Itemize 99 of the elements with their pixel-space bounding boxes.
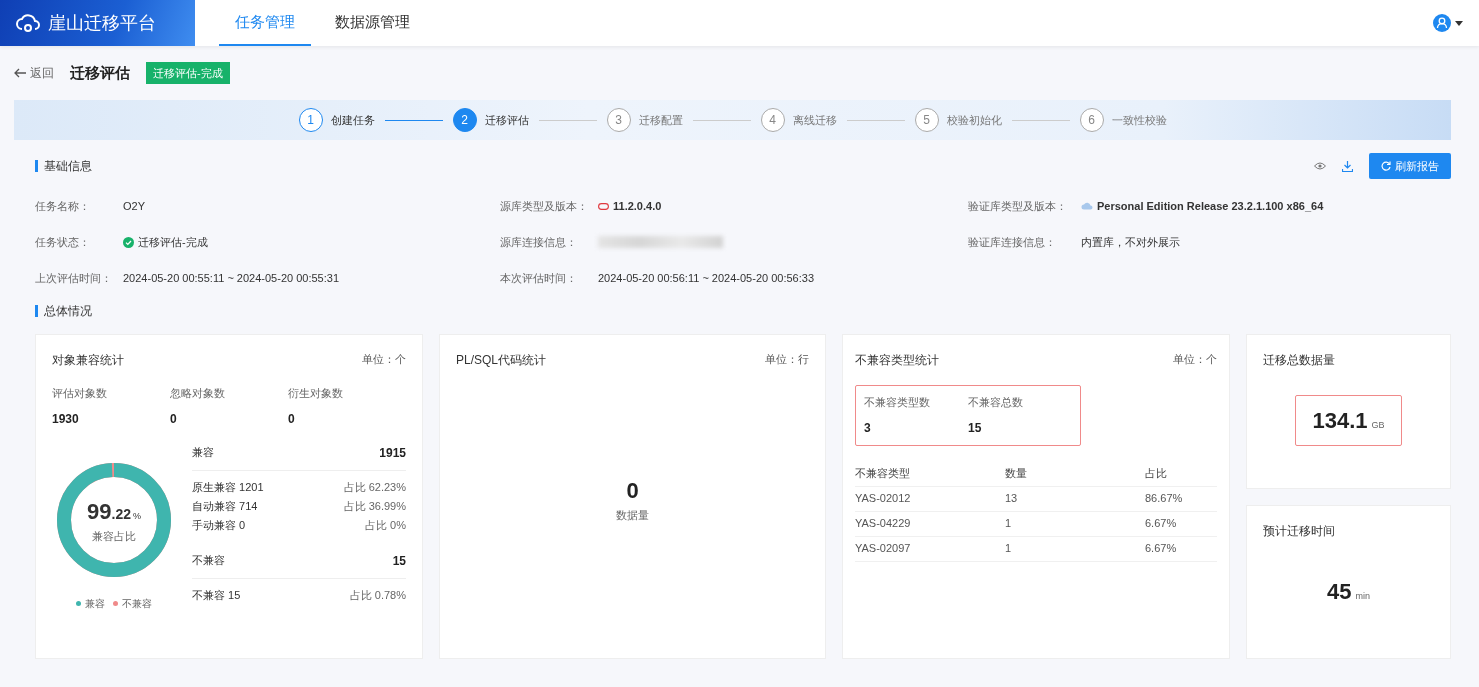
time-value: 45: [1327, 577, 1352, 606]
summary-value: 3: [864, 419, 872, 437]
legend-label: 不兼容: [122, 596, 152, 611]
group-label: 不兼容: [192, 553, 225, 569]
group-total: 1915: [379, 444, 406, 462]
card-title: PL/SQL代码统计: [456, 352, 547, 369]
field-value: 11.2.0.4.0: [613, 198, 662, 214]
field-label: 本次评估时间：: [500, 270, 578, 286]
total-size-value: 134.1: [1312, 407, 1368, 435]
success-icon: [123, 236, 134, 248]
back-arrow-icon: [14, 68, 26, 78]
step-label: 校验初始化: [946, 112, 1002, 128]
ratio-value: 99.22%: [87, 497, 141, 526]
table-cell-text: 1: [1005, 516, 1013, 532]
card-title: 不兼容类型统计: [855, 352, 939, 369]
group-item-ratio: 占比 36.99%: [343, 498, 406, 514]
field-label: 验证库类型及版本：: [968, 198, 1068, 214]
table-cell-text: YAS-02012: [855, 491, 912, 507]
section-title: 总体情况: [35, 305, 92, 317]
group-item-label: 手动兼容 0: [192, 517, 246, 533]
field-label: 任务名称：: [35, 198, 91, 214]
summary-label: 不兼容类型数: [864, 395, 931, 410]
legend-label: 兼容: [85, 596, 105, 611]
step-label: 一致性校验: [1111, 112, 1167, 128]
code-count-value: 0: [626, 476, 639, 505]
back-link[interactable]: 返回: [14, 64, 54, 82]
code-count-caption: 数据量: [616, 507, 649, 523]
unit-label: 单位：个: [362, 352, 406, 367]
nav-tab[interactable]: 数据源管理: [319, 0, 426, 46]
card-title: 对象兼容统计: [52, 352, 124, 369]
step-label: 迁移评估: [484, 112, 529, 128]
count-value: 1930: [52, 410, 80, 428]
field-label: 源库类型及版本：: [500, 198, 589, 214]
table-cell-text: 13: [1005, 491, 1019, 507]
table-cell-text: YAS-04229: [855, 516, 912, 532]
field-value: 2024-05-20 00:56:11 ~ 2024-05-20 00:56:33: [598, 270, 814, 286]
step-number: 6: [1079, 108, 1104, 132]
back-label: 返回: [30, 65, 54, 82]
download-icon[interactable]: [1342, 160, 1353, 172]
group-label: 兼容: [192, 445, 214, 461]
field-label: 上次评估时间：: [35, 270, 113, 286]
summary-label: 不兼容总数: [968, 395, 1024, 410]
database-type-icon: [598, 202, 609, 210]
card-title: 迁移总数据量: [1263, 352, 1336, 369]
count-value: 0: [170, 410, 178, 428]
count-label: 衍生对象数: [288, 386, 344, 401]
field-value: 内置库，不对外展示: [1081, 234, 1180, 250]
status-tag: 迁移评估-完成: [146, 61, 230, 85]
group-item-label: 不兼容 15: [192, 587, 241, 603]
group-item-label: 原生兼容 1201: [192, 479, 264, 495]
field-value: 2024-05-20 00:55:11 ~ 2024-05-20 00:55:31: [123, 270, 339, 286]
step-number: 4: [760, 108, 785, 132]
field-label: 源库连接信息：: [500, 234, 578, 250]
group-item-ratio: 占比 0.78%: [349, 587, 406, 603]
field-value: 迁移评估-完成: [138, 234, 208, 250]
table-cell-text: 86.67%: [1145, 491, 1183, 507]
step-number: 3: [606, 108, 631, 132]
brand-title: 崖山迁移平台: [48, 11, 156, 35]
group-item-ratio: 占比 0%: [365, 517, 406, 533]
step-number: 2: [452, 108, 477, 132]
section-title: 基础信息: [35, 160, 92, 172]
step-label: 创建任务: [330, 112, 375, 128]
group-item-label: 自动兼容 714: [192, 498, 258, 514]
refresh-icon: [1381, 161, 1391, 171]
field-value: O2Y: [123, 198, 145, 214]
field-label: 任务状态：: [35, 234, 91, 250]
page-title: 迁移评估: [70, 62, 130, 83]
count-label: 忽略对象数: [170, 386, 226, 401]
table-cell-text: YAS-02097: [855, 541, 912, 557]
unit-label: 单位：行: [765, 352, 809, 367]
summary-value: 15: [968, 419, 983, 437]
group-item-ratio: 占比 62.23%: [343, 479, 406, 495]
count-label: 评估对象数: [52, 386, 108, 401]
unit-label: min: [1355, 589, 1370, 603]
cloud-logo-icon: [16, 12, 40, 34]
table-cell-text: 6.67%: [1145, 516, 1177, 532]
column-header: 不兼容类型: [855, 466, 911, 482]
eye-icon[interactable]: [1314, 162, 1326, 170]
ratio-caption: 兼容占比: [92, 528, 136, 544]
step-label: 离线迁移: [792, 112, 837, 128]
column-header: 数量: [1005, 466, 1028, 482]
step-number: 5: [914, 108, 939, 132]
card-title: 预计迁移时间: [1263, 523, 1336, 540]
caret-icon[interactable]: [1455, 20, 1463, 26]
unit-label: 单位：个: [1173, 352, 1217, 367]
field-label: 验证库连接信息：: [968, 234, 1057, 250]
count-value: 0: [288, 410, 296, 428]
field-value: Personal Edition Release 23.2.1.100 x86_64: [1097, 198, 1324, 214]
table-cell-text: 6.67%: [1145, 541, 1177, 557]
group-total: 15: [392, 552, 406, 570]
nav-tab[interactable]: 任务管理: [219, 0, 311, 46]
user-avatar-icon[interactable]: [1433, 14, 1451, 32]
column-header: 占比: [1145, 466, 1167, 482]
refresh-report-button[interactable]: 刷新报告: [1369, 152, 1451, 180]
table-cell-text: 1: [1005, 541, 1013, 557]
step-label: 迁移配置: [638, 112, 683, 128]
step-number: 1: [298, 108, 323, 132]
unit-label: GB: [1371, 419, 1385, 432]
cloud-icon: [1081, 202, 1093, 210]
